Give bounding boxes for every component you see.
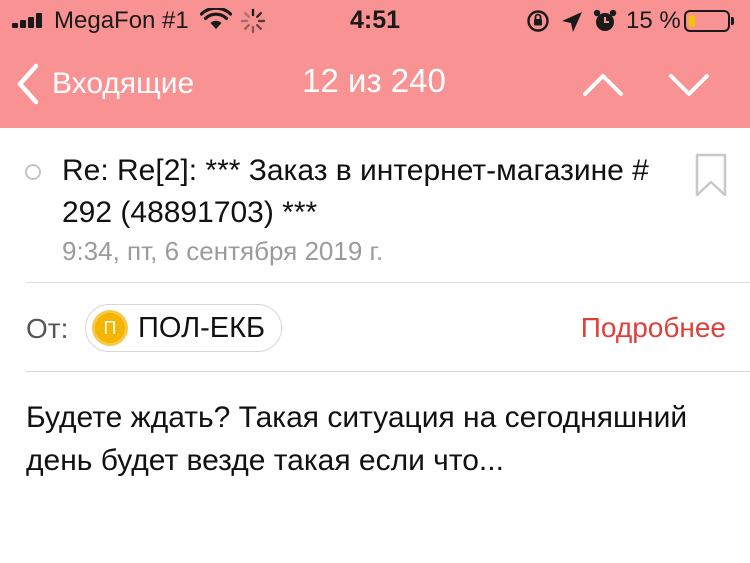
message-counter: 12 из 240 — [302, 62, 446, 99]
signal-icon — [12, 12, 48, 28]
back-button[interactable]: Входящие — [14, 58, 194, 110]
message-body: Будете ждать? Такая ситуация на сегодняш… — [26, 401, 688, 477]
carrier-name: MegaFon #1 — [54, 7, 189, 34]
unread-toggle[interactable] — [25, 164, 41, 180]
from-label: От: — [26, 313, 69, 344]
battery-icon — [684, 10, 734, 32]
avatar: П — [92, 310, 128, 346]
rotation-lock-icon — [527, 10, 549, 32]
next-message-button[interactable] — [666, 62, 712, 108]
battery-fill — [689, 15, 695, 27]
divider — [26, 282, 750, 283]
sender-chip[interactable]: П ПОЛ-ЕКБ — [85, 304, 283, 352]
sender-name: ПОЛ-ЕКБ — [138, 311, 266, 344]
chevron-down-icon — [669, 74, 709, 96]
details-link[interactable]: Подробнее — [560, 312, 726, 344]
activity-spinner-icon — [240, 8, 266, 34]
bookmark-icon[interactable] — [694, 152, 728, 198]
previous-message-button[interactable] — [580, 62, 626, 108]
back-label: Входящие — [52, 67, 195, 100]
status-bar: MegaFon #1 4:51 15 % — [0, 0, 750, 42]
battery-percent: 15 % — [626, 7, 681, 34]
message-date: 9:34, пт, 6 сентября 2019 г. — [62, 236, 384, 266]
chevron-left-icon — [17, 63, 39, 105]
divider — [26, 371, 750, 372]
chevron-up-icon — [583, 74, 623, 96]
message-subject: Re: Re[2]: *** Заказ в интернет-магазине… — [62, 154, 649, 229]
status-icons — [527, 9, 617, 32]
location-icon — [562, 12, 582, 32]
clock-time: 4:51 — [349, 6, 401, 34]
wifi-icon — [200, 8, 232, 29]
alarm-icon — [593, 9, 617, 31]
top-bar: MegaFon #1 4:51 15 % Входящие 12 из 240 — [0, 0, 750, 128]
